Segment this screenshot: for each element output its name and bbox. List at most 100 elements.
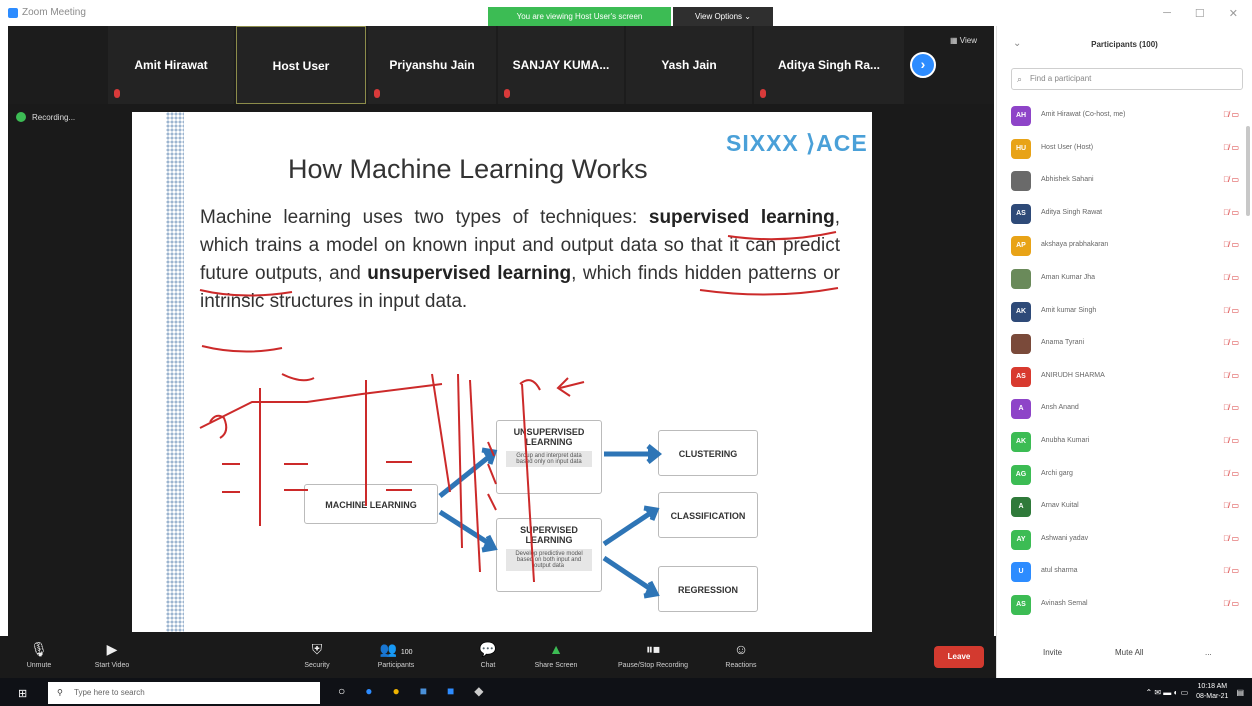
- zoom-app-icon[interactable]: ■: [447, 684, 454, 698]
- maximize-icon[interactable]: ☐: [1195, 7, 1205, 20]
- participant-name: ANIRUDH SHARMA: [1041, 371, 1105, 379]
- chat-button[interactable]: 💬 Chat: [468, 640, 508, 669]
- windows-taskbar: ⊞ ⚲ Type here to search ○ ● ● ■ ■ ◆ ⌃ ✉ …: [0, 678, 1252, 706]
- edge-icon[interactable]: ●: [365, 684, 372, 698]
- avatar: AY: [1011, 529, 1031, 550]
- taskbar-search-input[interactable]: ⚲ Type here to search: [48, 682, 320, 704]
- tile-name: Yash Jain: [661, 58, 717, 72]
- next-page-arrow-icon[interactable]: ›: [910, 52, 936, 78]
- view-button[interactable]: ▦ View: [950, 36, 977, 45]
- participant-row[interactable]: A Arnav Kuital 🎙̸ ▭: [1011, 491, 1243, 524]
- muted-mic-icon: 🎙̸ ▭: [1223, 305, 1239, 315]
- unmute-button[interactable]: 🎙 Unmute: [14, 640, 64, 669]
- avatar: AG: [1011, 464, 1031, 485]
- participant-row[interactable]: AK Amit kumar Singh 🎙̸ ▭: [1011, 296, 1243, 329]
- participant-row[interactable]: AP akshaya prabhakaran 🎙̸ ▭: [1011, 230, 1243, 263]
- participant-row[interactable]: HU Host User (Host) 🎙̸ ▭: [1011, 133, 1243, 166]
- participant-name: Arnav Kuital: [1041, 502, 1079, 510]
- participant-name: Host User (Host): [1041, 143, 1094, 151]
- file-explorer-icon[interactable]: ■: [420, 684, 427, 698]
- muted-mic-icon: 🎙̸ ▭: [1223, 110, 1239, 119]
- security-button[interactable]: ⛨ Security: [292, 640, 342, 669]
- muted-mic-icon: 🎙̸ ▭: [1223, 403, 1239, 413]
- participant-row[interactable]: AS ANIRUDH SHARMA 🎙̸ ▭: [1011, 361, 1243, 394]
- participants-icon: 👥 100: [379, 641, 413, 657]
- zoom-screen: Zoom Meeting You are viewing Host User's…: [0, 0, 1252, 706]
- participant-name: Avinash Semal: [1041, 599, 1088, 607]
- video-tile[interactable]: SANJAY KUMA...: [498, 26, 624, 104]
- avatar: AH: [1011, 106, 1031, 126]
- video-tile[interactable]: Yash Jain: [626, 26, 752, 104]
- participant-name: atul sharma: [1041, 567, 1078, 575]
- avatar: AK: [1011, 301, 1031, 322]
- window-controls: ─ ☐ ✕: [1163, 7, 1238, 20]
- clock[interactable]: 10:18 AM 08-Mar-21: [1196, 682, 1228, 702]
- participant-row[interactable]: AS Aditya Singh Rawat 🎙̸ ▭: [1011, 198, 1243, 231]
- view-options-button[interactable]: View Options ⌄: [673, 7, 773, 26]
- muted-mic-icon: 🎙̸ ▭: [1223, 501, 1239, 511]
- zoom-logo-icon: [8, 8, 18, 18]
- pinned-app-icon[interactable]: ◆: [474, 684, 483, 698]
- avatar: AK: [1011, 431, 1031, 452]
- pause-stop-icon: ⏸⏹: [646, 641, 660, 657]
- video-tile[interactable]: Amit Hirawat: [108, 26, 234, 104]
- close-icon[interactable]: ✕: [1229, 7, 1238, 20]
- participant-name: Aman Kumar Jha: [1041, 273, 1096, 281]
- cortana-icon[interactable]: ○: [338, 684, 345, 698]
- muted-mic-icon: 🎙̸ ▭: [1223, 598, 1239, 608]
- chat-label: Chat: [480, 662, 496, 669]
- start-video-label: Start Video: [94, 662, 130, 669]
- avatar: [1011, 334, 1031, 355]
- video-tile[interactable]: Host User: [236, 26, 366, 104]
- meeting-toolbar: 🎙 Unmute ▶ Start Video ⛨ Security 👥 100 Part…: [0, 636, 1000, 678]
- participant-row[interactable]: Abhishek Sahani 🎙̸ ▭: [1011, 165, 1243, 198]
- participant-name: Abhishek Sahani: [1041, 176, 1094, 184]
- participant-name: Ansh Anand: [1041, 404, 1079, 412]
- participant-row[interactable]: Anama Tyrani 🎙̸ ▭: [1011, 328, 1243, 361]
- avatar: AS: [1011, 366, 1031, 387]
- participant-name: Aditya Singh Rawat: [1041, 208, 1103, 216]
- participant-row[interactable]: AY Ashwani yadav 🎙̸ ▭: [1011, 524, 1243, 557]
- tray-icons[interactable]: ⌃ ✉ ▬ ◐ ▭: [1145, 688, 1188, 697]
- pause-stop-recording-button[interactable]: ⏸⏹ Pause/Stop Recording: [598, 640, 708, 669]
- tile-name: SANJAY KUMA...: [512, 58, 610, 72]
- participant-row[interactable]: AK Anubha Kumari 🎙̸ ▭: [1011, 426, 1243, 459]
- shared-slide: SIXXX ⟩ACE How Machine Learning Works Ma…: [132, 112, 872, 632]
- participants-scrollbar[interactable]: [1246, 126, 1250, 216]
- chrome-icon[interactable]: ●: [393, 684, 400, 698]
- search-placeholder: Find a participant: [1030, 74, 1092, 83]
- minimize-icon[interactable]: ─: [1163, 7, 1171, 20]
- participants-list: AH Amit Hirawat (Co-host, me) 🎙̸ ▭ HU Host U…: [1011, 100, 1243, 622]
- muted-mic-icon: [504, 89, 510, 98]
- more-button[interactable]: ...: [1205, 648, 1212, 657]
- diagram-arrows: [438, 444, 663, 599]
- mute-all-button[interactable]: Mute All: [1115, 648, 1143, 657]
- pause-recording-label: Pause/Stop Recording: [617, 662, 689, 669]
- start-video-button[interactable]: ▶ Start Video: [82, 640, 142, 669]
- participant-row[interactable]: A Ansh Anand 🎙̸ ▭: [1011, 393, 1243, 426]
- windows-start-icon[interactable]: ⊞: [18, 687, 27, 700]
- unmute-label: Unmute: [26, 662, 52, 669]
- participants-button[interactable]: 👥 100 Participants: [366, 640, 426, 669]
- video-tile[interactable]: Aditya Singh Ra...: [754, 26, 904, 104]
- participant-row[interactable]: Aman Kumar Jha 🎙̸ ▭: [1011, 263, 1243, 296]
- participant-name: akshaya prabhakaran: [1041, 241, 1109, 249]
- participant-search-input[interactable]: ⌕ Find a participant: [1011, 68, 1243, 90]
- invite-button[interactable]: Invite: [1043, 648, 1062, 657]
- participant-row[interactable]: AS Avinash Semal 🎙̸ ▭: [1011, 589, 1243, 622]
- reactions-button[interactable]: ☺ Reactions: [716, 640, 766, 669]
- leave-button[interactable]: Leave: [934, 646, 984, 668]
- video-tile[interactable]: Priyanshu Jain: [368, 26, 496, 104]
- avatar: [1011, 268, 1031, 289]
- clock-date: 08-Mar-21: [1196, 693, 1229, 700]
- muted-mic-icon: 🎙̸ ▭: [1223, 370, 1239, 380]
- search-icon: ⌕: [1017, 74, 1023, 84]
- notification-icon[interactable]: ▤: [1236, 688, 1244, 697]
- participant-row[interactable]: AH Amit Hirawat (Co-host, me) 🎙̸ ▭: [1011, 100, 1243, 133]
- shield-icon: ⛨: [311, 641, 323, 657]
- recording-dot-icon: [16, 112, 26, 122]
- participant-row[interactable]: Uatul sharma 🎙̸ ▭: [1011, 556, 1243, 589]
- clock-time: 10:18 AM: [1197, 683, 1228, 690]
- participant-row[interactable]: AG Archi garg 🎙̸ ▭: [1011, 459, 1243, 492]
- share-screen-button[interactable]: ▲ Share Screen: [528, 640, 584, 669]
